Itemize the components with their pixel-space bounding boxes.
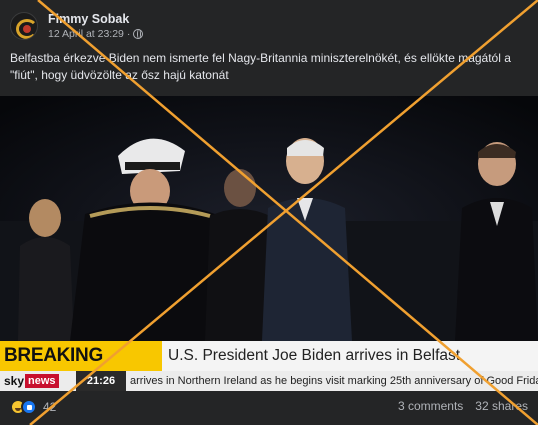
- like-reaction-icon: [21, 399, 37, 415]
- author-name[interactable]: Fimmy Sobak: [48, 12, 143, 27]
- post-meta: 12 April at 23:29 ·: [48, 27, 144, 41]
- post-header: Fimmy Sobak 12 April at 23:29 ·: [10, 8, 144, 44]
- breaking-news-banner: BREAKING NEWS U.S. President Joe Biden a…: [0, 341, 538, 391]
- reaction-count: 42: [43, 400, 57, 414]
- post-footer: 42 3 comments 32 shares: [0, 395, 538, 425]
- post-date[interactable]: 12 April at 23:29: [48, 27, 124, 41]
- shares-count[interactable]: 32 shares: [475, 399, 528, 413]
- channel-logo-news: news: [25, 374, 59, 388]
- broadcast-clock: 21:26: [76, 371, 126, 391]
- video-frame: [0, 96, 538, 341]
- breaking-news-label: BREAKING NEWS: [0, 341, 162, 391]
- engagement-stats: 3 comments 32 shares: [398, 399, 528, 413]
- post-caption: Belfastba érkezve Biden nem ismerte fel …: [10, 51, 511, 82]
- channel-logo-sky: sky: [4, 374, 25, 388]
- news-headline: U.S. President Joe Biden arrives in Belf…: [168, 347, 461, 364]
- news-ticker: sky news 21:26 arrives in Northern Irela…: [0, 371, 538, 391]
- comments-count[interactable]: 3 comments: [398, 399, 463, 413]
- meta-separator: ·: [126, 27, 131, 40]
- ticker-text: arrives in Northern Ireland as he begins…: [130, 375, 538, 387]
- channel-logo: sky news: [4, 373, 76, 389]
- author-avatar[interactable]: [10, 12, 38, 40]
- reactions-summary[interactable]: 42: [10, 399, 56, 415]
- globe-icon: [133, 28, 144, 39]
- facebook-post: Fimmy Sobak 12 April at 23:29 · Belfastb…: [0, 0, 538, 425]
- video-player[interactable]: BREAKING NEWS U.S. President Joe Biden a…: [0, 96, 538, 391]
- author-info: Fimmy Sobak 12 April at 23:29 ·: [48, 12, 144, 41]
